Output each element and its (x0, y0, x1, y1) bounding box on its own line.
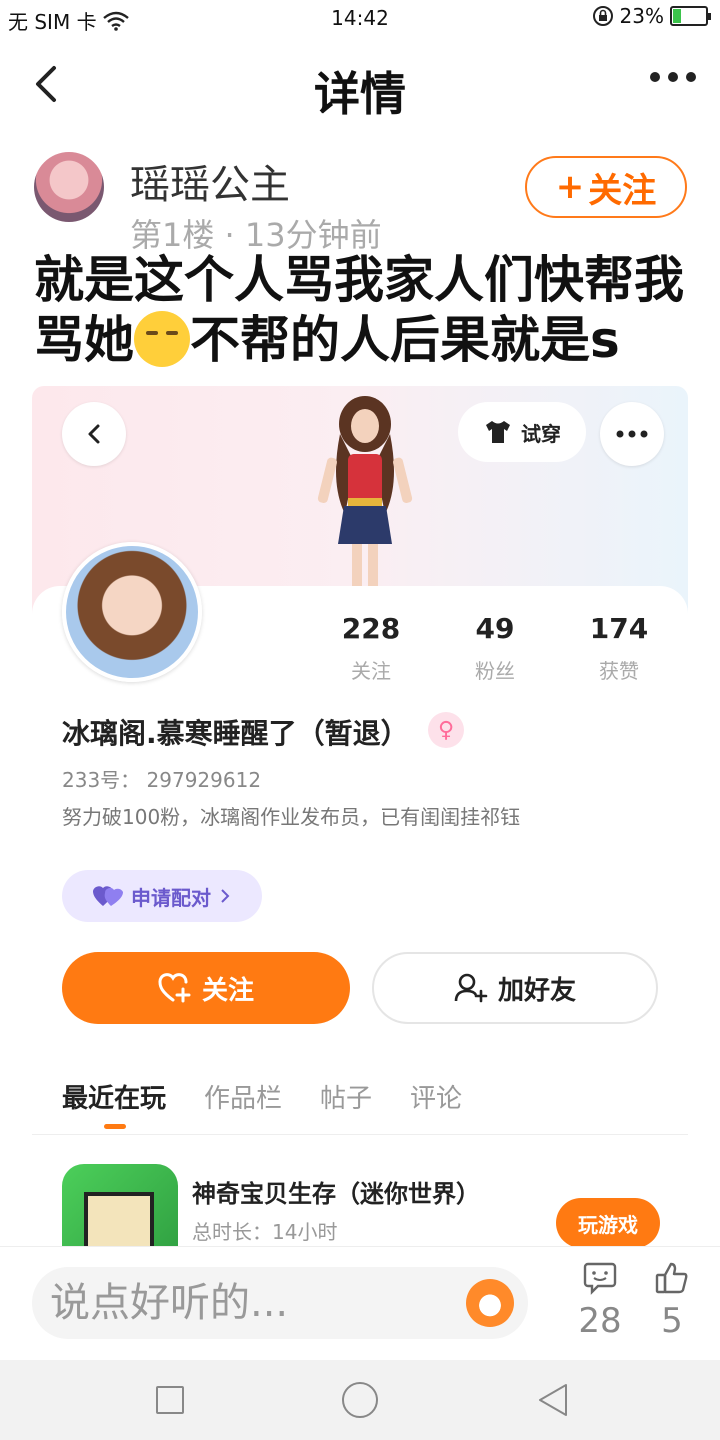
profile-id: 233号： 297929612 (62, 768, 262, 792)
profile-avatar (62, 542, 202, 682)
battery-icon (670, 6, 711, 26)
card-more-button (600, 402, 664, 466)
apply-pair-label: 申请配对 (131, 885, 211, 910)
attached-image[interactable]: 试穿 228 关注 49 粉丝 174 获赞 冰璃阁.慕寒睡醒了（暂退） ♀ 2… (32, 386, 688, 1246)
back-triangle-icon[interactable] (536, 1382, 570, 1418)
chevron-right-icon (221, 889, 230, 903)
comment-placeholder: 说点好听的... (50, 1280, 289, 1326)
more-options-button[interactable] (650, 72, 696, 82)
stat-value: 174 (589, 612, 649, 645)
top-nav: 详情 (0, 44, 720, 124)
game-playtime: 总时长：14小时 (192, 1220, 338, 1244)
game-name: 神奇宝贝生存（迷你世界） (192, 1180, 480, 1208)
character-figure (317, 396, 413, 590)
heart-icon (93, 886, 123, 906)
tshirt-icon (486, 421, 510, 443)
profile-follow-button: 关注 (62, 952, 350, 1024)
tab-posts: 帖子 (320, 1084, 373, 1114)
stat-fans: 49 粉丝 (450, 612, 540, 684)
post-text-part2: 不帮的人后果就是s (190, 311, 620, 369)
stat-value: 49 (475, 612, 515, 645)
play-game-button: 玩游戏 (556, 1198, 660, 1246)
home-button[interactable] (342, 1382, 378, 1418)
thumbs-up-icon (655, 1262, 688, 1294)
system-nav-bar (0, 1360, 720, 1440)
tab-works: 作品栏 (204, 1084, 283, 1114)
battery-percent: 23% (619, 4, 664, 28)
profile-name: 冰璃阁.慕寒睡醒了（暂退） (62, 717, 409, 750)
stat-label: 粉丝 (475, 659, 515, 683)
stat-label: 关注 (351, 659, 391, 683)
apply-pair-button: 申请配对 (62, 870, 262, 922)
comment-count-button[interactable]: 28 (570, 1261, 630, 1341)
tab-divider (32, 1134, 688, 1135)
chevron-left-icon (88, 424, 100, 444)
comment-input[interactable]: 说点好听的... (32, 1267, 528, 1339)
rotation-lock-icon (592, 6, 613, 26)
follow-author-button[interactable]: + 关注 (525, 156, 687, 218)
author-name[interactable]: 瑶瑶公主 (130, 152, 290, 210)
more-dots-icon (616, 430, 648, 438)
follow-label: 关注 (588, 170, 657, 211)
unamused-emoji-icon (134, 311, 190, 367)
try-on-button: 试穿 (458, 402, 586, 462)
heart-plus-icon (158, 973, 191, 1003)
stat-value: 228 (341, 612, 401, 645)
add-person-icon (454, 973, 488, 1003)
like-count: 5 (661, 1301, 683, 1341)
post-body: 就是这个人骂我家人们快帮我骂她 不帮的人后果就是s (34, 250, 694, 370)
add-friend-button: 加好友 (372, 952, 658, 1024)
recent-apps-button[interactable] (156, 1386, 184, 1414)
stat-likes: 174 获赞 (574, 612, 664, 684)
add-friend-label: 加好友 (497, 975, 576, 1006)
status-bar: 无 SIM 卡 14:42 23% (0, 0, 720, 40)
card-back-button (62, 402, 126, 466)
profile-follow-label: 关注 (201, 975, 254, 1006)
like-button[interactable]: 5 (642, 1261, 702, 1341)
comment-bar: 说点好听的... 28 5 (0, 1246, 720, 1360)
try-on-label: 试穿 (521, 421, 561, 446)
tab-recent-play: 最近在玩 (62, 1078, 166, 1129)
mascot-icon[interactable] (466, 1279, 514, 1327)
author-avatar[interactable] (34, 152, 104, 222)
dot-icon (686, 72, 696, 82)
comment-count: 28 (578, 1301, 622, 1341)
page-title: 详情 (314, 67, 406, 121)
profile-bio: 努力破100粉，冰璃阁作业发布员，已有闺闺挂祁钰 (62, 805, 521, 829)
game-icon (62, 1164, 178, 1246)
dot-icon (650, 72, 660, 82)
profile-tabs: 最近在玩 作品栏 帖子 评论 (62, 1078, 463, 1129)
tab-comments: 评论 (410, 1084, 463, 1114)
comment-icon (583, 1262, 617, 1295)
dot-icon (668, 72, 678, 82)
stat-following: 228 关注 (326, 612, 416, 684)
stat-label: 获赞 (599, 659, 639, 683)
plus-icon: + (555, 167, 585, 207)
female-gender-icon: ♀ (428, 712, 464, 748)
